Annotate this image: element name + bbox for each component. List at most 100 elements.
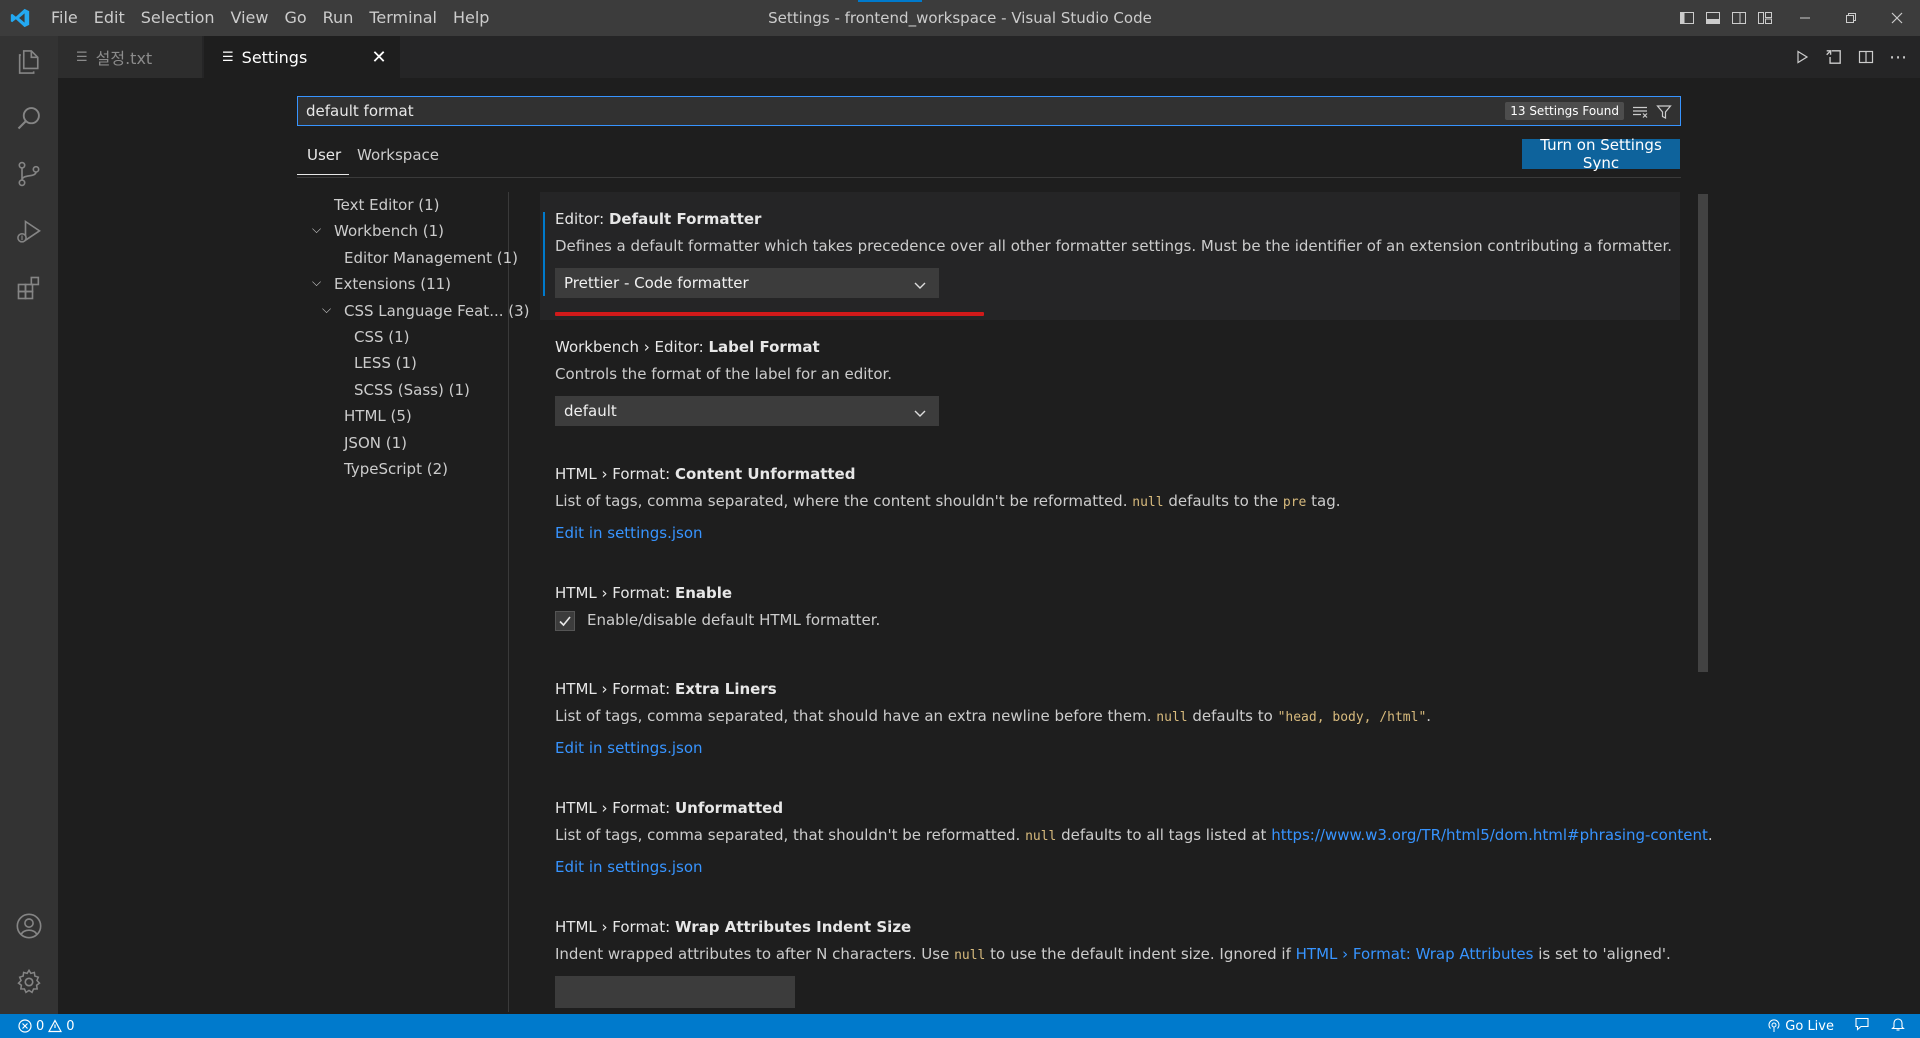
feedback-icon[interactable] <box>1854 1016 1870 1036</box>
extensions-icon[interactable] <box>13 272 45 304</box>
toc-item-html[interactable]: HTML (5) <box>344 407 412 425</box>
menu-file[interactable]: File <box>43 0 86 36</box>
phrasing-content-link[interactable]: https://www.w3.org/TR/html5/dom.html#phr… <box>1271 826 1708 844</box>
edit-in-settings-json-link[interactable]: Edit in settings.json <box>555 739 703 757</box>
menu-view[interactable]: View <box>223 0 277 36</box>
toc-item-less[interactable]: LESS (1) <box>354 354 417 372</box>
search-icon[interactable] <box>13 102 45 134</box>
toc-item-text-editor[interactable]: Text Editor (1) <box>334 196 440 214</box>
tab-label: 설정.txt <box>95 49 153 68</box>
toc-item-typescript[interactable]: TypeScript (2) <box>344 460 448 478</box>
menu-run[interactable]: Run <box>315 0 362 36</box>
restore-icon[interactable] <box>1828 0 1874 36</box>
setting-title-default-formatter: Editor: Default Formatter <box>555 210 762 228</box>
run-icon[interactable] <box>1790 45 1814 69</box>
tab-settings-txt[interactable]: ☰ 설정.txt <box>58 36 202 78</box>
title-bar: File Edit Selection View Go Run Terminal… <box>0 0 1920 36</box>
scope-tab-workspace[interactable]: Workspace <box>357 146 439 164</box>
source-control-icon[interactable] <box>13 158 45 190</box>
active-scope-indicator <box>297 174 349 175</box>
problems-status[interactable]: 0 0 <box>18 1014 75 1038</box>
menu-go[interactable]: Go <box>276 0 314 36</box>
setting-description: List of tags, comma separated, where the… <box>555 492 1341 510</box>
notifications-bell-icon[interactable] <box>1890 1016 1906 1036</box>
settings-list: Editor: Default Formatter Defines a defa… <box>540 192 1713 1012</box>
filter-icon[interactable] <box>1654 102 1674 122</box>
scrollbar-thumb[interactable] <box>1698 194 1708 672</box>
search-input[interactable] <box>306 97 1506 125</box>
go-live-button[interactable]: Go Live <box>1767 1019 1834 1034</box>
chevron-down-icon[interactable]: ⌵ <box>322 302 331 317</box>
warning-icon <box>48 1019 63 1033</box>
menu-edit[interactable]: Edit <box>86 0 133 36</box>
warning-count: 0 <box>66 1018 75 1034</box>
toc-item-json[interactable]: JSON (1) <box>344 434 407 452</box>
clear-filter-list-icon[interactable] <box>1630 102 1650 122</box>
toggle-primary-sidebar-icon[interactable] <box>1674 0 1700 36</box>
run-debug-icon[interactable] <box>13 216 45 248</box>
setting-description: Defines a default formatter which takes … <box>555 237 1673 255</box>
divider <box>297 177 1681 178</box>
scope-tab-user[interactable]: User <box>307 146 341 164</box>
settings-toc: Text Editor (1) ⌵ Workbench (1) Editor M… <box>297 192 530 1012</box>
tab-label: Settings <box>241 47 308 67</box>
open-settings-json-icon[interactable] <box>1822 45 1846 69</box>
menu-bar: File Edit Selection View Go Run Terminal… <box>43 0 497 36</box>
wrap-attributes-setting-link[interactable]: HTML › Format: Wrap Attributes <box>1296 945 1534 963</box>
focus-indicator <box>543 212 545 296</box>
menu-help[interactable]: Help <box>445 0 497 36</box>
toc-item-scss[interactable]: SCSS (Sass) (1) <box>354 381 470 399</box>
toggle-panel-icon[interactable] <box>1700 0 1726 36</box>
vscode-logo-icon <box>9 7 31 29</box>
chevron-down-icon[interactable]: ⌵ <box>312 222 321 237</box>
menu-selection[interactable]: Selection <box>133 0 223 36</box>
menu-terminal[interactable]: Terminal <box>361 0 445 36</box>
setting-description: List of tags, comma separated, that shou… <box>555 707 1432 725</box>
toc-item-editor-management[interactable]: Editor Management (1) <box>344 249 518 267</box>
setting-description: List of tags, comma separated, that shou… <box>555 826 1713 844</box>
label-format-select[interactable]: default <box>555 396 939 426</box>
results-count-badge: 13 Settings Found <box>1505 102 1624 120</box>
error-count: 0 <box>36 1018 45 1034</box>
wrap-attributes-indent-size-input[interactable] <box>555 976 795 1008</box>
text-file-icon: ☰ <box>76 49 88 65</box>
window-controls <box>1782 0 1920 36</box>
edit-in-settings-json-link[interactable]: Edit in settings.json <box>555 524 703 542</box>
error-icon <box>18 1019 32 1033</box>
more-actions-icon[interactable]: ⋯ <box>1886 45 1910 69</box>
explorer-icon[interactable] <box>13 46 45 78</box>
chevron-down-icon <box>912 402 928 418</box>
setting-description: Indent wrapped attributes to after N cha… <box>555 945 1671 963</box>
setting-title-unformatted: HTML › Format: Unformatted <box>555 799 784 817</box>
tab-settings[interactable]: ☰ Settings ✕ <box>204 36 400 78</box>
editor-tab-bar: ☰ 설정.txt ☰ Settings ✕ <box>58 36 1920 78</box>
edit-in-settings-json-link[interactable]: Edit in settings.json <box>555 858 703 876</box>
toc-item-extensions[interactable]: Extensions (11) <box>334 275 451 293</box>
close-window-icon[interactable] <box>1874 0 1920 36</box>
activity-bar <box>0 36 58 1014</box>
manage-gear-icon[interactable] <box>13 966 45 998</box>
toc-item-css[interactable]: CSS (1) <box>354 328 410 346</box>
toggle-secondary-sidebar-icon[interactable] <box>1726 0 1752 36</box>
setting-title-label-format: Workbench › Editor: Label Format <box>555 338 820 356</box>
minimize-icon[interactable] <box>1782 0 1828 36</box>
customize-layout-icon[interactable] <box>1752 0 1778 36</box>
setting-title-wrap-attributes-indent-size: HTML › Format: Wrap Attributes Indent Si… <box>555 918 912 936</box>
accounts-icon[interactable] <box>13 910 45 942</box>
settings-editor-icon: ☰ <box>222 49 234 65</box>
chevron-down-icon[interactable]: ⌵ <box>312 275 321 290</box>
html-format-enable-checkbox[interactable] <box>555 611 575 631</box>
turn-on-settings-sync-button[interactable]: Turn on Settings Sync <box>1522 136 1680 172</box>
toc-item-css-language-features[interactable]: CSS Language Feat... (3) <box>344 302 530 320</box>
settings-search: 13 Settings Found <box>297 96 1681 126</box>
default-formatter-select[interactable]: Prettier - Code formatter <box>555 268 939 298</box>
red-highlight-underline <box>555 312 984 316</box>
toc-item-workbench[interactable]: Workbench (1) <box>334 222 444 240</box>
status-right: Go Live <box>1767 1014 1906 1038</box>
split-editor-icon[interactable] <box>1854 45 1878 69</box>
go-live-label: Go Live <box>1785 1018 1834 1034</box>
status-bar: 0 0 Go Live <box>0 1014 1920 1038</box>
layout-controls <box>1674 0 1778 36</box>
close-tab-icon[interactable]: ✕ <box>368 36 390 78</box>
select-value: default <box>564 402 617 420</box>
